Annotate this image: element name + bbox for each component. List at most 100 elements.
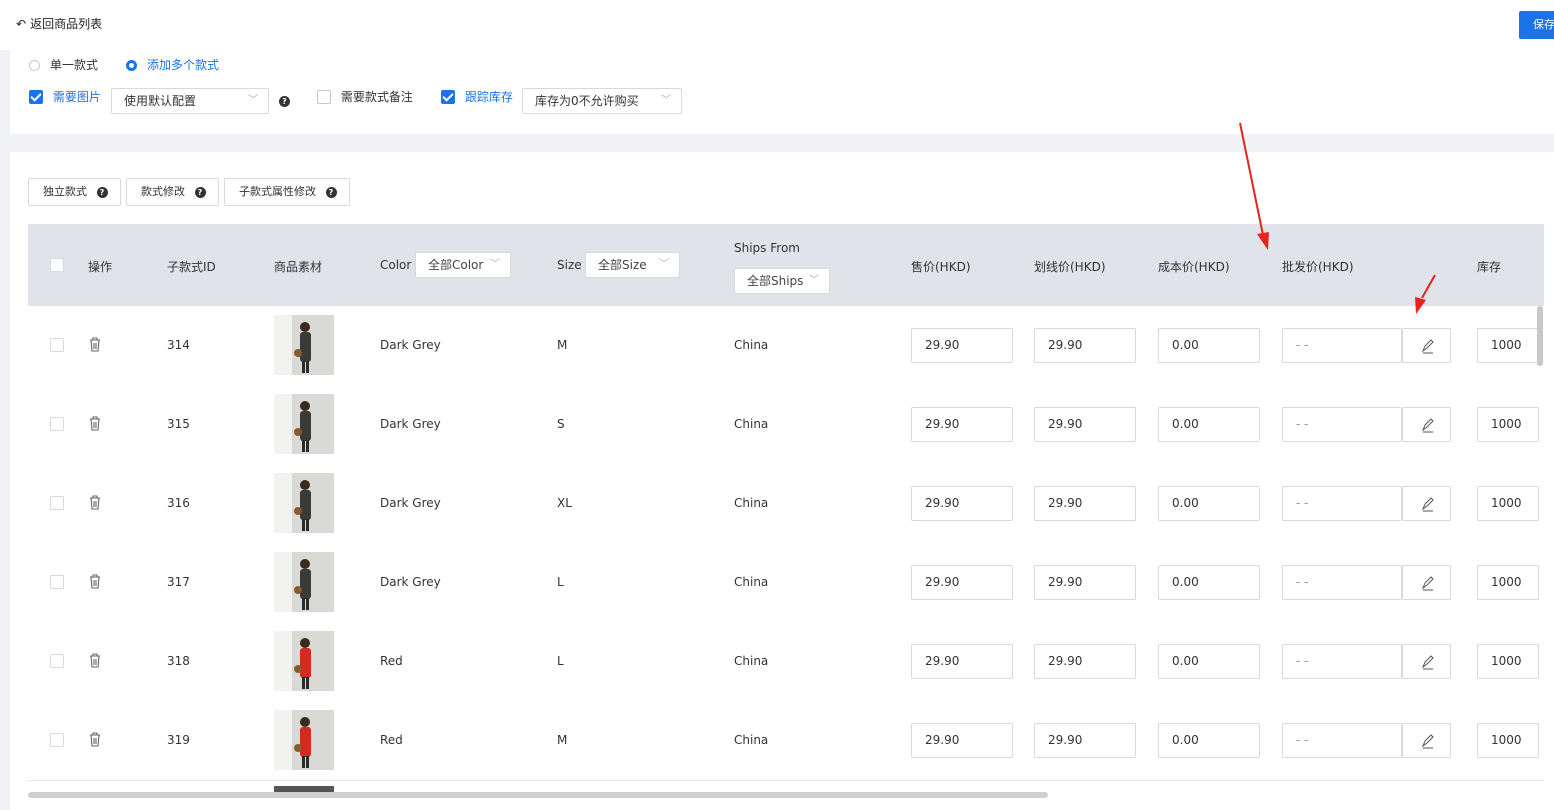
- stock-input[interactable]: 1000: [1477, 407, 1539, 442]
- vertical-scrollbar[interactable]: [1537, 306, 1543, 366]
- wholesale-price-input[interactable]: - -: [1282, 407, 1402, 442]
- color-value: Dark Grey: [380, 417, 441, 431]
- strike-price-input[interactable]: 29.90: [1034, 723, 1136, 758]
- need-remark-checkbox[interactable]: 需要款式备注: [317, 88, 413, 115]
- ships-filter-select[interactable]: 全部Ships ﹀: [734, 268, 830, 294]
- chevron-down-icon: ﹀: [248, 95, 258, 106]
- product-thumbnail[interactable]: [274, 315, 334, 375]
- cost-price-input[interactable]: 0.00: [1158, 486, 1260, 521]
- size-value: L: [557, 654, 564, 668]
- edit-wholesale-button[interactable]: [1402, 328, 1451, 363]
- back-to-list-link[interactable]: ↶ 返回商品列表: [16, 15, 102, 32]
- trash-icon[interactable]: [88, 730, 102, 748]
- edit-wholesale-button[interactable]: [1402, 486, 1451, 521]
- product-thumbnail[interactable]: [274, 473, 334, 533]
- save-button[interactable]: 保存: [1519, 11, 1554, 39]
- wholesale-price-input[interactable]: - -: [1282, 328, 1402, 363]
- sale-price-input[interactable]: 29.90: [911, 407, 1013, 442]
- wholesale-price-input[interactable]: - -: [1282, 565, 1402, 600]
- image-config-value: 使用默认配置: [124, 94, 197, 108]
- variant-edit-button[interactable]: 款式修改 ?: [126, 178, 219, 206]
- trash-icon[interactable]: [88, 414, 102, 432]
- stock-policy-value: 库存为0不允许购买: [535, 94, 639, 108]
- stock-input[interactable]: 1000: [1477, 328, 1539, 363]
- single-variant-radio[interactable]: 单一款式: [29, 56, 98, 72]
- table-row: 317 Dark Grey L China 29.90 29.90 0.00 - - 1000: [28, 543, 1544, 623]
- cost-price-input[interactable]: 0.00: [1158, 407, 1260, 442]
- col-action: 操作: [88, 260, 113, 274]
- cost-price-input[interactable]: 0.00: [1158, 328, 1260, 363]
- edit-wholesale-button[interactable]: [1402, 407, 1451, 442]
- stock-input[interactable]: 1000: [1477, 565, 1539, 600]
- col-color: Color: [380, 258, 412, 272]
- sale-price-input[interactable]: 29.90: [911, 723, 1013, 758]
- row-checkbox[interactable]: [50, 733, 64, 747]
- row-checkbox[interactable]: [50, 338, 64, 352]
- color-value: Dark Grey: [380, 496, 441, 510]
- edit-wholesale-button[interactable]: [1402, 723, 1451, 758]
- help-icon[interactable]: ?: [279, 96, 290, 107]
- wholesale-price-input[interactable]: - -: [1282, 644, 1402, 679]
- need-image-checkbox[interactable]: 需要图片: [29, 88, 101, 115]
- size-value: S: [557, 417, 565, 431]
- multi-variant-radio[interactable]: 添加多个款式: [126, 56, 219, 72]
- strike-price-input[interactable]: 29.90: [1034, 644, 1136, 679]
- pencil-icon: [1421, 497, 1434, 512]
- sale-price-input[interactable]: 29.90: [911, 565, 1013, 600]
- col-ships-from: Ships From: [734, 241, 800, 255]
- pencil-icon: [1421, 418, 1434, 433]
- image-config-select[interactable]: 使用默认配置 ﹀: [111, 88, 269, 114]
- edit-wholesale-button[interactable]: [1402, 565, 1451, 600]
- trash-icon[interactable]: [88, 493, 102, 511]
- size-value: M: [557, 733, 568, 747]
- wholesale-price-input[interactable]: - -: [1282, 723, 1402, 758]
- col-cost-price: 成本价(HKD): [1158, 260, 1230, 274]
- row-checkbox[interactable]: [50, 496, 64, 510]
- table-row: 319 Red M China 29.90 29.90 0.00 - - 1000: [28, 701, 1544, 781]
- sale-price-input[interactable]: 29.90: [911, 486, 1013, 521]
- trash-icon[interactable]: [88, 335, 102, 353]
- col-stock: 库存: [1477, 260, 1502, 274]
- table-row: 314 Dark Grey M China 29.90 29.90 0.00 - - 1000: [28, 306, 1544, 386]
- cost-price-input[interactable]: 0.00: [1158, 723, 1260, 758]
- stock-input[interactable]: 1000: [1477, 644, 1539, 679]
- track-stock-checkbox[interactable]: 跟踪库存: [441, 88, 513, 115]
- strike-price-input[interactable]: 29.90: [1034, 486, 1136, 521]
- size-filter-select[interactable]: 全部Size ﹀: [585, 252, 680, 278]
- trash-icon[interactable]: [88, 572, 102, 590]
- stock-input[interactable]: 1000: [1477, 486, 1539, 521]
- trash-icon[interactable]: [88, 651, 102, 669]
- wholesale-price-input[interactable]: - -: [1282, 486, 1402, 521]
- cost-price-input[interactable]: 0.00: [1158, 644, 1260, 679]
- color-filter-select[interactable]: 全部Color ﹀: [415, 252, 511, 278]
- sub-attr-edit-button[interactable]: 子款式属性修改 ?: [224, 178, 350, 206]
- row-checkbox[interactable]: [50, 575, 64, 589]
- color-filter-value: 全部Color: [428, 258, 484, 272]
- single-variant-label: 单一款式: [50, 58, 99, 72]
- product-thumbnail[interactable]: [274, 710, 334, 770]
- strike-price-input[interactable]: 29.90: [1034, 407, 1136, 442]
- pencil-icon: [1421, 576, 1434, 591]
- stock-policy-select[interactable]: 库存为0不允许购买 ﹀: [522, 88, 682, 114]
- color-value: Dark Grey: [380, 338, 441, 352]
- sub-id: 318: [167, 654, 190, 668]
- row-checkbox[interactable]: [50, 654, 64, 668]
- product-thumbnail[interactable]: [274, 552, 334, 612]
- product-thumbnail[interactable]: [274, 394, 334, 454]
- strike-price-input[interactable]: 29.90: [1034, 328, 1136, 363]
- select-all-checkbox[interactable]: [50, 258, 64, 272]
- sale-price-input[interactable]: 29.90: [911, 644, 1013, 679]
- horizontal-scrollbar[interactable]: [28, 792, 1048, 798]
- sale-price-input[interactable]: 29.90: [911, 328, 1013, 363]
- cost-price-input[interactable]: 0.00: [1158, 565, 1260, 600]
- radio-selected-icon: [126, 60, 137, 71]
- product-thumbnail[interactable]: [274, 631, 334, 691]
- multi-variant-label: 添加多个款式: [147, 58, 220, 72]
- strike-price-input[interactable]: 29.90: [1034, 565, 1136, 600]
- checkbox-checked-icon: [441, 90, 455, 104]
- help-icon: ?: [194, 187, 206, 198]
- edit-wholesale-button[interactable]: [1402, 644, 1451, 679]
- row-checkbox[interactable]: [50, 417, 64, 431]
- independent-variant-button[interactable]: 独立款式 ?: [28, 178, 121, 206]
- stock-input[interactable]: 1000: [1477, 723, 1539, 758]
